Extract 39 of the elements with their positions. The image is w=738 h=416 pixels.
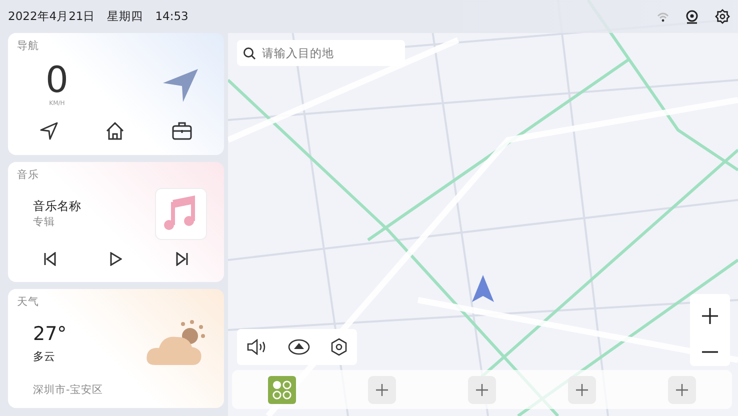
card-title: 天气 <box>17 295 40 310</box>
settings-icon[interactable] <box>330 338 347 356</box>
card-title: 导航 <box>17 39 40 54</box>
date-text: 2022年4月21日 <box>8 8 96 25</box>
card-title: 音乐 <box>17 168 40 183</box>
add-app-button[interactable] <box>368 376 396 404</box>
search-field[interactable]: 请输入目的地 <box>237 40 405 66</box>
cloudy-weather-icon <box>145 318 207 367</box>
next-icon[interactable] <box>174 252 189 266</box>
previous-icon[interactable] <box>43 252 58 266</box>
temperature-value: 27° <box>33 322 67 348</box>
weather-condition: 多云 <box>33 348 56 365</box>
play-icon[interactable] <box>110 252 122 266</box>
home-icon[interactable] <box>104 120 125 141</box>
plus-icon <box>476 384 488 396</box>
navigation-arrow-icon <box>163 68 199 103</box>
add-app-button[interactable] <box>668 376 696 404</box>
zoom-out-icon[interactable] <box>701 350 719 354</box>
plus-icon <box>676 384 688 396</box>
add-app-button[interactable] <box>568 376 596 404</box>
wifi-icon[interactable] <box>657 12 669 22</box>
settings-icon[interactable] <box>715 9 730 24</box>
album-name: 专辑 <box>33 214 56 230</box>
plus-icon <box>576 384 588 396</box>
weekday-text: 星期四 <box>107 8 144 25</box>
song-title: 音乐名称 <box>33 198 81 215</box>
music-note-icon <box>155 188 207 240</box>
plus-icon <box>376 384 388 396</box>
compass-icon[interactable] <box>288 339 310 355</box>
app-launcher-icon[interactable] <box>268 376 296 404</box>
location-icon[interactable] <box>685 10 699 24</box>
speed-value: 0 <box>46 63 68 100</box>
time-text: 14:53 <box>155 8 188 25</box>
zoom-in-icon[interactable] <box>701 306 719 324</box>
navigate-icon[interactable] <box>40 122 58 140</box>
location-text: 深圳市-宝安区 <box>32 382 104 398</box>
speaker-icon[interactable] <box>247 339 268 355</box>
briefcase-icon[interactable] <box>172 122 192 140</box>
add-app-button[interactable] <box>468 376 496 404</box>
